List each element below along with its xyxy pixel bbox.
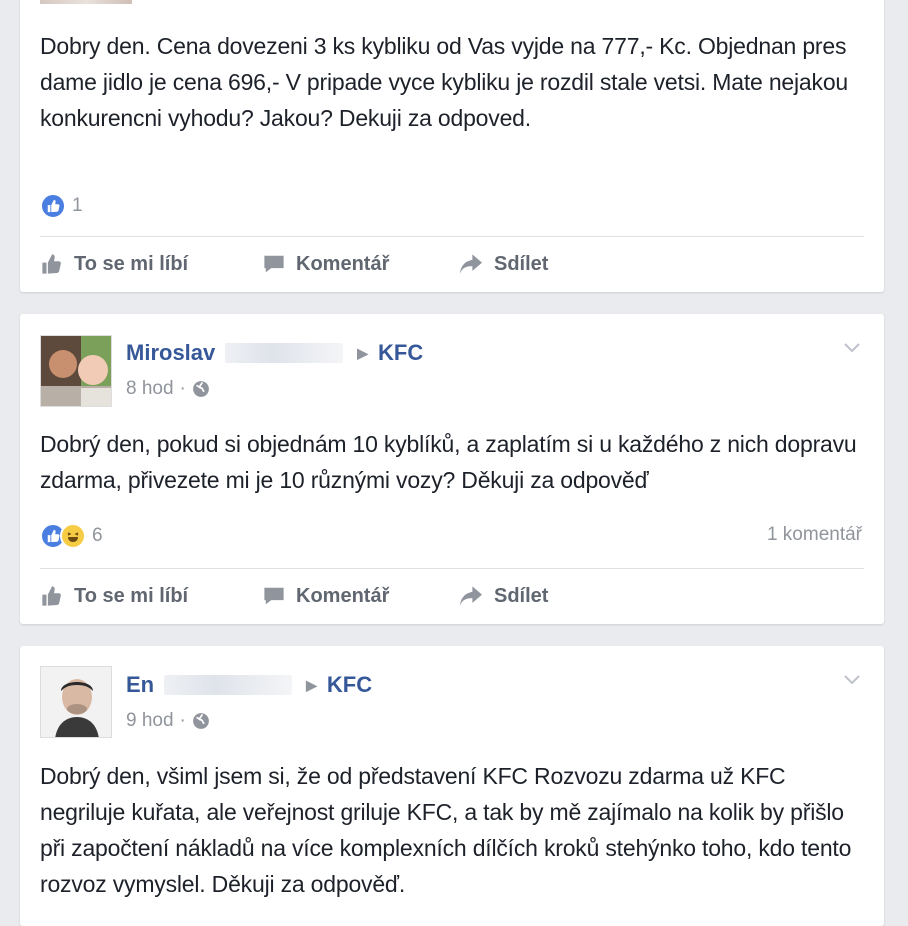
author-name[interactable]: En <box>126 672 154 698</box>
reaction-count: 6 <box>92 525 103 546</box>
avatar[interactable] <box>40 335 112 407</box>
post-meta: 8 hod · <box>126 378 210 400</box>
like-button[interactable]: To se mi líbí <box>40 585 262 608</box>
post-card: Dobry den. Cena dovezeni 3 ks kybliku od… <box>20 0 884 292</box>
arrow-right-icon: ▶ <box>306 676 317 693</box>
comment-button[interactable]: Komentář <box>262 253 458 276</box>
action-bar: To se mi líbí Komentář Sdílet <box>40 244 548 284</box>
thumb-icon <box>42 254 61 274</box>
post-text: Dobrý den, pokud si objednám 10 kyblíků,… <box>40 431 857 493</box>
thumb-icon <box>42 586 61 606</box>
globe-icon <box>193 713 209 729</box>
redacted-name <box>164 675 293 695</box>
avatar[interactable] <box>40 666 112 738</box>
comment-icon <box>264 255 284 273</box>
separator: · <box>179 378 186 399</box>
post-meta: 9 hod · <box>126 710 210 732</box>
post-text: Dobry den. Cena dovezeni 3 ks kybliku od… <box>40 33 848 131</box>
comment-label: Komentář <box>296 584 390 607</box>
chevron-down-icon[interactable] <box>840 668 864 692</box>
redacted-name <box>225 343 344 363</box>
like-icon <box>40 193 66 219</box>
divider <box>40 568 864 569</box>
share-label: Sdílet <box>494 252 549 275</box>
share-button[interactable]: Sdílet <box>458 253 548 276</box>
share-icon <box>460 586 482 606</box>
page-name[interactable]: KFC <box>327 672 372 698</box>
comment-label: Komentář <box>296 252 390 275</box>
reactions-summary[interactable]: 6 <box>40 521 103 551</box>
action-bar: To se mi líbí Komentář Sdílet <box>40 576 548 616</box>
avatar[interactable] <box>40 0 132 4</box>
share-label: Sdílet <box>494 584 549 607</box>
comment-button[interactable]: Komentář <box>262 585 458 608</box>
arrow-right-icon: ▶ <box>357 344 369 361</box>
post-card: En ▶ KFC 9 hod · Dobrý den, všiml jsem s… <box>20 646 884 926</box>
post-time[interactable]: 8 hod <box>126 378 174 400</box>
globe-icon <box>193 381 209 397</box>
post-time[interactable]: 9 hod <box>126 710 174 732</box>
share-button[interactable]: Sdílet <box>458 585 548 608</box>
like-button[interactable]: To se mi líbí <box>40 253 262 276</box>
post-text: Dobrý den, všiml jsem si, že od představ… <box>40 763 852 897</box>
share-icon <box>460 254 482 274</box>
comments-count[interactable]: 1 komentář <box>767 524 862 546</box>
reaction-count: 1 <box>72 195 83 216</box>
page-name[interactable]: KFC <box>378 340 423 366</box>
like-label: To se mi líbí <box>74 584 189 607</box>
post-header: En ▶ KFC <box>126 672 372 698</box>
separator: · <box>179 710 186 731</box>
chevron-down-icon[interactable] <box>840 336 864 360</box>
post-header: Miroslav ▶ KFC <box>126 340 423 366</box>
author-name[interactable]: Miroslav <box>126 340 215 366</box>
reactions-summary[interactable]: 1 <box>40 191 83 221</box>
comment-icon <box>264 587 284 605</box>
divider <box>40 236 864 237</box>
haha-icon <box>60 523 86 549</box>
post-card: Miroslav ▶ KFC 8 hod · Dobrý den, pokud … <box>20 314 884 624</box>
like-label: To se mi líbí <box>74 252 189 275</box>
